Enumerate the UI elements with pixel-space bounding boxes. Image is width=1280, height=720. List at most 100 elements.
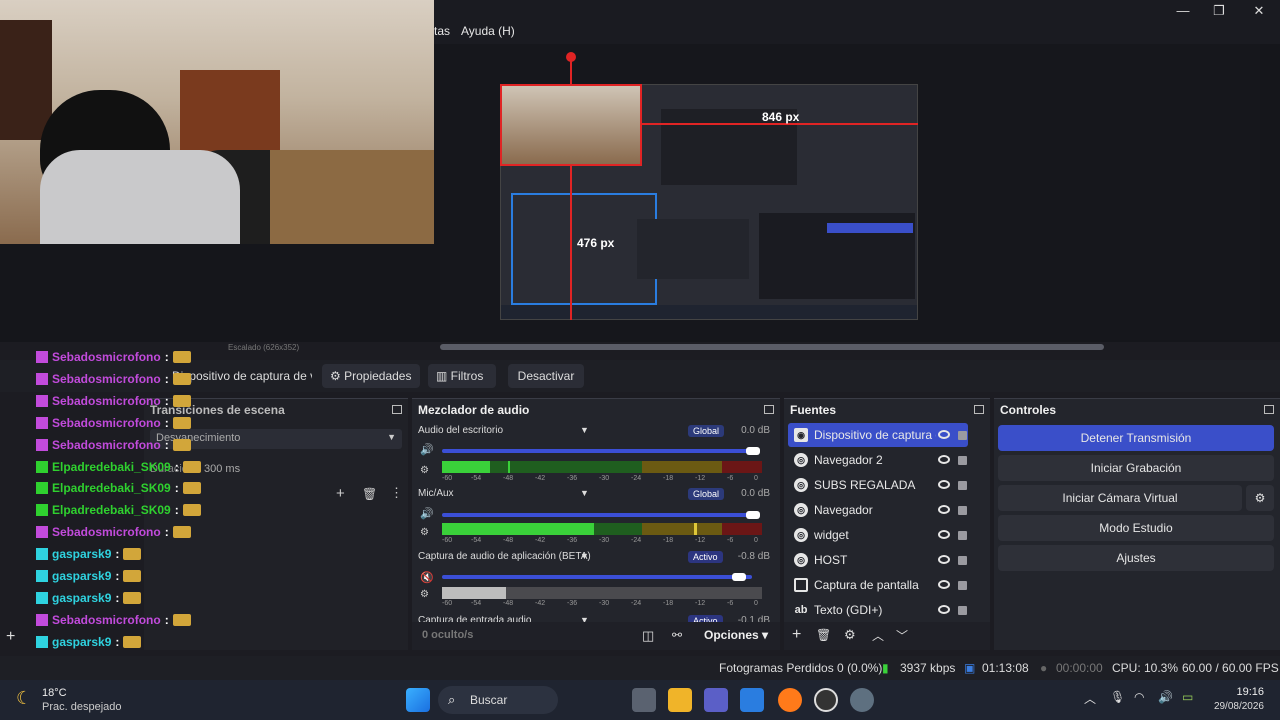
store-icon[interactable]	[740, 688, 764, 712]
weather-icon[interactable]: ☾	[16, 688, 32, 709]
chat-username: gasparsk9	[52, 634, 112, 649]
eye-icon[interactable]	[938, 430, 950, 439]
trash-icon[interactable]: 🗑	[816, 628, 831, 642]
emote-icon	[123, 548, 142, 561]
teams-icon[interactable]	[704, 688, 728, 712]
close-icon[interactable]: ✕	[1240, 2, 1278, 20]
channel-badge[interactable]: Global	[688, 425, 725, 437]
chat-separator: :	[164, 525, 169, 540]
columns-icon[interactable]: ◫	[642, 628, 654, 644]
source-item-host[interactable]: ◎ HOST	[788, 548, 968, 572]
source-item-subs-regalada[interactable]: ◎ SUBS REGALADA	[788, 473, 968, 497]
chevron-down-icon[interactable]: ▼	[580, 551, 589, 561]
minimize-icon[interactable]: —	[1164, 2, 1202, 20]
lock-icon[interactable]	[958, 606, 967, 615]
emote-icon	[172, 351, 191, 363]
lock-icon[interactable]	[958, 481, 967, 490]
volume-knob[interactable]	[746, 447, 760, 455]
clock-time[interactable]: 19:16	[1214, 686, 1264, 698]
start-virtual-camera-button[interactable]: Iniciar Cámara Virtual	[998, 485, 1242, 511]
source-item-text-gdi[interactable]: ab Texto (GDI+)	[788, 598, 968, 622]
source-item-navegador-2[interactable]: ◎ Navegador 2	[788, 448, 968, 472]
source-label: SUBS REGALADA	[814, 478, 916, 492]
chat-message: Elpadredebaki_SK09:	[36, 456, 201, 478]
channel-db: 0.0 dB	[741, 425, 770, 436]
lock-icon[interactable]	[958, 581, 967, 590]
chat-message: gasparsk9:	[36, 587, 142, 609]
lock-icon[interactable]	[958, 556, 967, 565]
battery-icon[interactable]: ▭	[1182, 690, 1193, 704]
channel-badge[interactable]: Activo	[688, 551, 723, 563]
lock-icon[interactable]	[958, 531, 967, 540]
eye-icon[interactable]	[938, 505, 950, 514]
volume-slider[interactable]	[442, 513, 752, 517]
add-scene-icon[interactable]: +	[6, 628, 15, 646]
audio-meter	[442, 523, 762, 535]
weather-text[interactable]: Prac. despejado	[42, 701, 122, 713]
add-source-icon[interactable]: +	[792, 626, 801, 644]
chat-badge-icon	[36, 570, 48, 582]
preview-scrollbar[interactable]	[440, 344, 1104, 350]
chat-message: Sebadosmicrofono:	[36, 368, 191, 390]
bookshelf	[0, 20, 52, 140]
firefox-icon[interactable]	[778, 688, 802, 712]
source-label: widget	[814, 528, 849, 542]
eye-icon[interactable]	[938, 455, 950, 464]
eye-icon[interactable]	[938, 480, 950, 489]
menu-item-tools[interactable]: tas	[434, 24, 450, 38]
chat-separator: :	[174, 481, 179, 496]
eye-icon[interactable]	[938, 530, 950, 539]
file-explorer-icon[interactable]	[668, 688, 692, 712]
eye-icon[interactable]	[938, 605, 950, 614]
stop-streaming-button[interactable]: Detener Transmisión	[998, 425, 1274, 451]
source-item-screen-capture[interactable]: Captura de pantalla	[788, 573, 968, 597]
start-recording-button[interactable]: Iniciar Grabación	[998, 455, 1274, 481]
move-up-icon[interactable]: ︿	[872, 627, 884, 644]
temperature[interactable]: 18°C	[42, 687, 67, 699]
stream-time: 01:13:08	[982, 661, 1029, 675]
options-button[interactable]: Opciones ▾	[704, 628, 768, 642]
eye-icon[interactable]	[938, 555, 950, 564]
chevron-down-icon[interactable]: ▼	[580, 488, 589, 498]
link-icon[interactable]: ⚯	[672, 628, 682, 642]
wifi-icon[interactable]: ◠	[1134, 690, 1144, 704]
volume-slider[interactable]	[442, 575, 752, 579]
taskbar-search[interactable]: ⌕ Buscar	[438, 686, 558, 714]
maximize-icon[interactable]: ❐	[1200, 2, 1238, 20]
dock-popout-icon[interactable]	[974, 405, 984, 414]
eye-icon[interactable]	[938, 580, 950, 589]
clock-date[interactable]: 29/08/2026	[1204, 701, 1264, 712]
dock-popout-icon[interactable]	[764, 405, 774, 414]
settings-app-icon[interactable]	[850, 688, 874, 712]
volume-knob[interactable]	[732, 573, 746, 581]
source-item-navegador[interactable]: ◎ Navegador	[788, 498, 968, 522]
source-item-widget[interactable]: ◎ widget	[788, 523, 968, 547]
chevron-up-icon[interactable]: ︿	[1084, 690, 1096, 707]
settings-button[interactable]: Ajustes	[998, 545, 1274, 571]
channel-badge[interactable]: Global	[688, 488, 725, 500]
virtual-camera-settings-button[interactable]: ⚙	[1246, 485, 1274, 511]
lock-icon[interactable]	[958, 431, 967, 440]
dock-popout-icon[interactable]	[1264, 405, 1274, 414]
windows-start-icon[interactable]	[406, 688, 430, 712]
move-down-icon[interactable]: ﹀	[896, 627, 908, 644]
volume-knob[interactable]	[746, 511, 760, 519]
webcam-source-selection[interactable]	[500, 84, 642, 166]
gear-icon[interactable]: ⚙	[844, 627, 856, 643]
chat-badge-icon	[36, 372, 48, 385]
deactivate-button[interactable]: Desactivar	[508, 364, 584, 388]
menu-item-help[interactable]: Ayuda (H)	[461, 24, 515, 38]
lock-icon[interactable]	[958, 506, 967, 515]
microphone-icon[interactable]: 🎙	[1110, 690, 1125, 704]
obs-icon[interactable]	[814, 688, 838, 712]
volume-icon[interactable]: 🔊	[1158, 690, 1173, 704]
source-item-capture-device[interactable]: ◉ Dispositivo de captura de v	[788, 423, 968, 447]
emote-icon	[172, 526, 191, 539]
studio-mode-button[interactable]: Modo Estudio	[998, 515, 1274, 541]
volume-slider[interactable]	[442, 449, 752, 453]
rotation-handle[interactable]	[566, 52, 576, 62]
chevron-down-icon[interactable]: ▼	[580, 425, 589, 435]
search-icon: ⌕	[448, 692, 456, 707]
task-view-icon[interactable]	[632, 688, 656, 712]
lock-icon[interactable]	[958, 456, 967, 465]
